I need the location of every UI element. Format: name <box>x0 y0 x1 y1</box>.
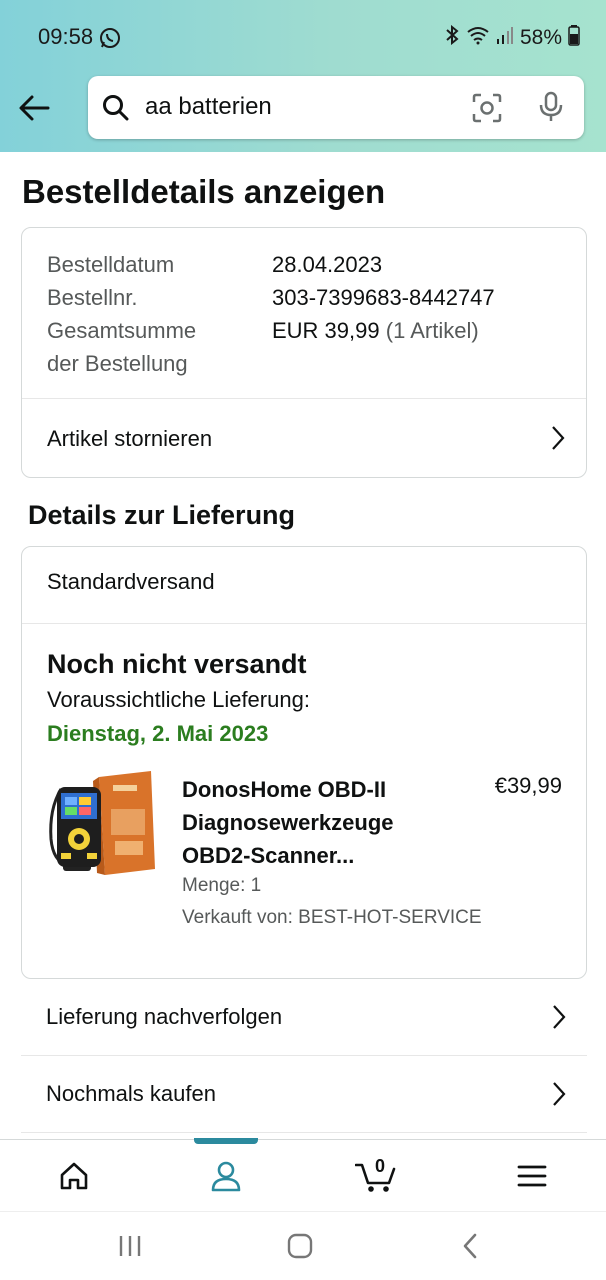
home-icon <box>60 1162 88 1190</box>
wifi-icon <box>466 25 490 51</box>
buy-again-link[interactable]: Nochmals kaufen <box>21 1056 587 1133</box>
signal-icon <box>496 25 514 51</box>
back-button-icon[interactable] <box>450 1230 490 1262</box>
delivery-eta-date: Dienstag, 2. Mai 2023 <box>47 721 269 746</box>
status-time: 09:58 <box>38 24 94 49</box>
bluetooth-icon <box>444 24 460 51</box>
tab-home[interactable] <box>24 1140 124 1212</box>
order-date-value: 28.04.2023 <box>272 252 383 277</box>
chevron-right-icon <box>552 426 565 450</box>
app-header: 09:58 58% <box>0 0 606 152</box>
search-bar[interactable] <box>88 76 584 139</box>
product-name-link[interactable]: DonosHome OBD-II Diagnosewerkzeuge OBD2-… <box>182 773 442 872</box>
product-name-line3: OBD2-Scanner... <box>182 843 355 868</box>
search-icon <box>102 94 130 122</box>
order-total-label-line2: der Bestellung <box>47 351 188 376</box>
delivery-section-title: Details zur Lieferung <box>28 500 296 530</box>
search-input[interactable] <box>145 93 445 121</box>
camera-scan-icon[interactable] <box>472 93 502 123</box>
cancel-items-label: Artikel stornieren <box>47 425 213 451</box>
order-total-value: EUR 39,99 (1 Artikel) <box>272 314 479 347</box>
hamburger-menu-icon <box>517 1165 547 1187</box>
recent-apps-icon[interactable] <box>110 1230 150 1262</box>
shipment-status: Noch nicht versandt <box>47 649 307 679</box>
track-package-label: Lieferung nachverfolgen <box>46 1004 283 1029</box>
home-button-icon[interactable] <box>280 1230 320 1262</box>
shipping-method: Standardversand <box>47 569 215 594</box>
product-price: €39,99 <box>494 773 562 798</box>
order-total-label-line1: Gesamtsumme <box>47 318 197 343</box>
microphone-icon[interactable] <box>538 91 564 123</box>
buy-again-label: Nochmals kaufen <box>46 1081 216 1106</box>
bottom-tab-bar: 0 <box>0 1138 606 1212</box>
delivery-card: Standardversand Noch nicht versandt Vora… <box>21 546 587 979</box>
order-number-value: 303-7399683-8442747 <box>272 285 495 310</box>
delivery-eta-label: Voraussichtliche Lieferung: <box>47 687 310 712</box>
cart-count-badge: 0 <box>375 1156 386 1176</box>
chevron-right-icon <box>553 1005 566 1029</box>
system-nav-bar <box>0 1211 606 1280</box>
order-date-label: Bestelldatum <box>47 252 175 277</box>
whatsapp-icon <box>98 26 122 50</box>
account-icon <box>211 1161 241 1192</box>
battery-percent: 58% <box>519 26 562 49</box>
product-name-line1: DonosHome OBD-II <box>182 777 387 802</box>
chevron-right-icon <box>553 1082 566 1106</box>
divider <box>22 623 586 624</box>
product-quantity: Menge: 1 <box>182 875 262 896</box>
track-package-link[interactable]: Lieferung nachverfolgen <box>21 979 587 1056</box>
back-arrow-icon[interactable] <box>14 88 54 128</box>
order-total-label: Gesamtsumme der Bestellung <box>47 314 196 380</box>
status-icons: 58% <box>444 24 580 52</box>
cancel-items-link[interactable]: Artikel stornieren <box>22 399 586 478</box>
order-total-amount: EUR 39,99 <box>272 318 380 343</box>
page-title: Bestelldetails anzeigen <box>22 173 386 210</box>
product-image[interactable] <box>47 769 159 883</box>
product-name-line2: Diagnosewerkzeuge <box>182 810 394 835</box>
status-bar: 09:58 58% <box>0 0 606 76</box>
battery-icon <box>568 24 580 52</box>
product-seller: Verkauft von: BEST-HOT-SERVICE <box>182 907 482 928</box>
order-item-count: (1 Artikel) <box>385 318 479 343</box>
tab-menu[interactable] <box>482 1140 582 1212</box>
order-summary-card: Bestelldatum 28.04.2023 Bestellnr. 303-7… <box>21 227 587 478</box>
tab-account[interactable] <box>176 1140 276 1212</box>
order-number-label: Bestellnr. <box>47 285 138 310</box>
